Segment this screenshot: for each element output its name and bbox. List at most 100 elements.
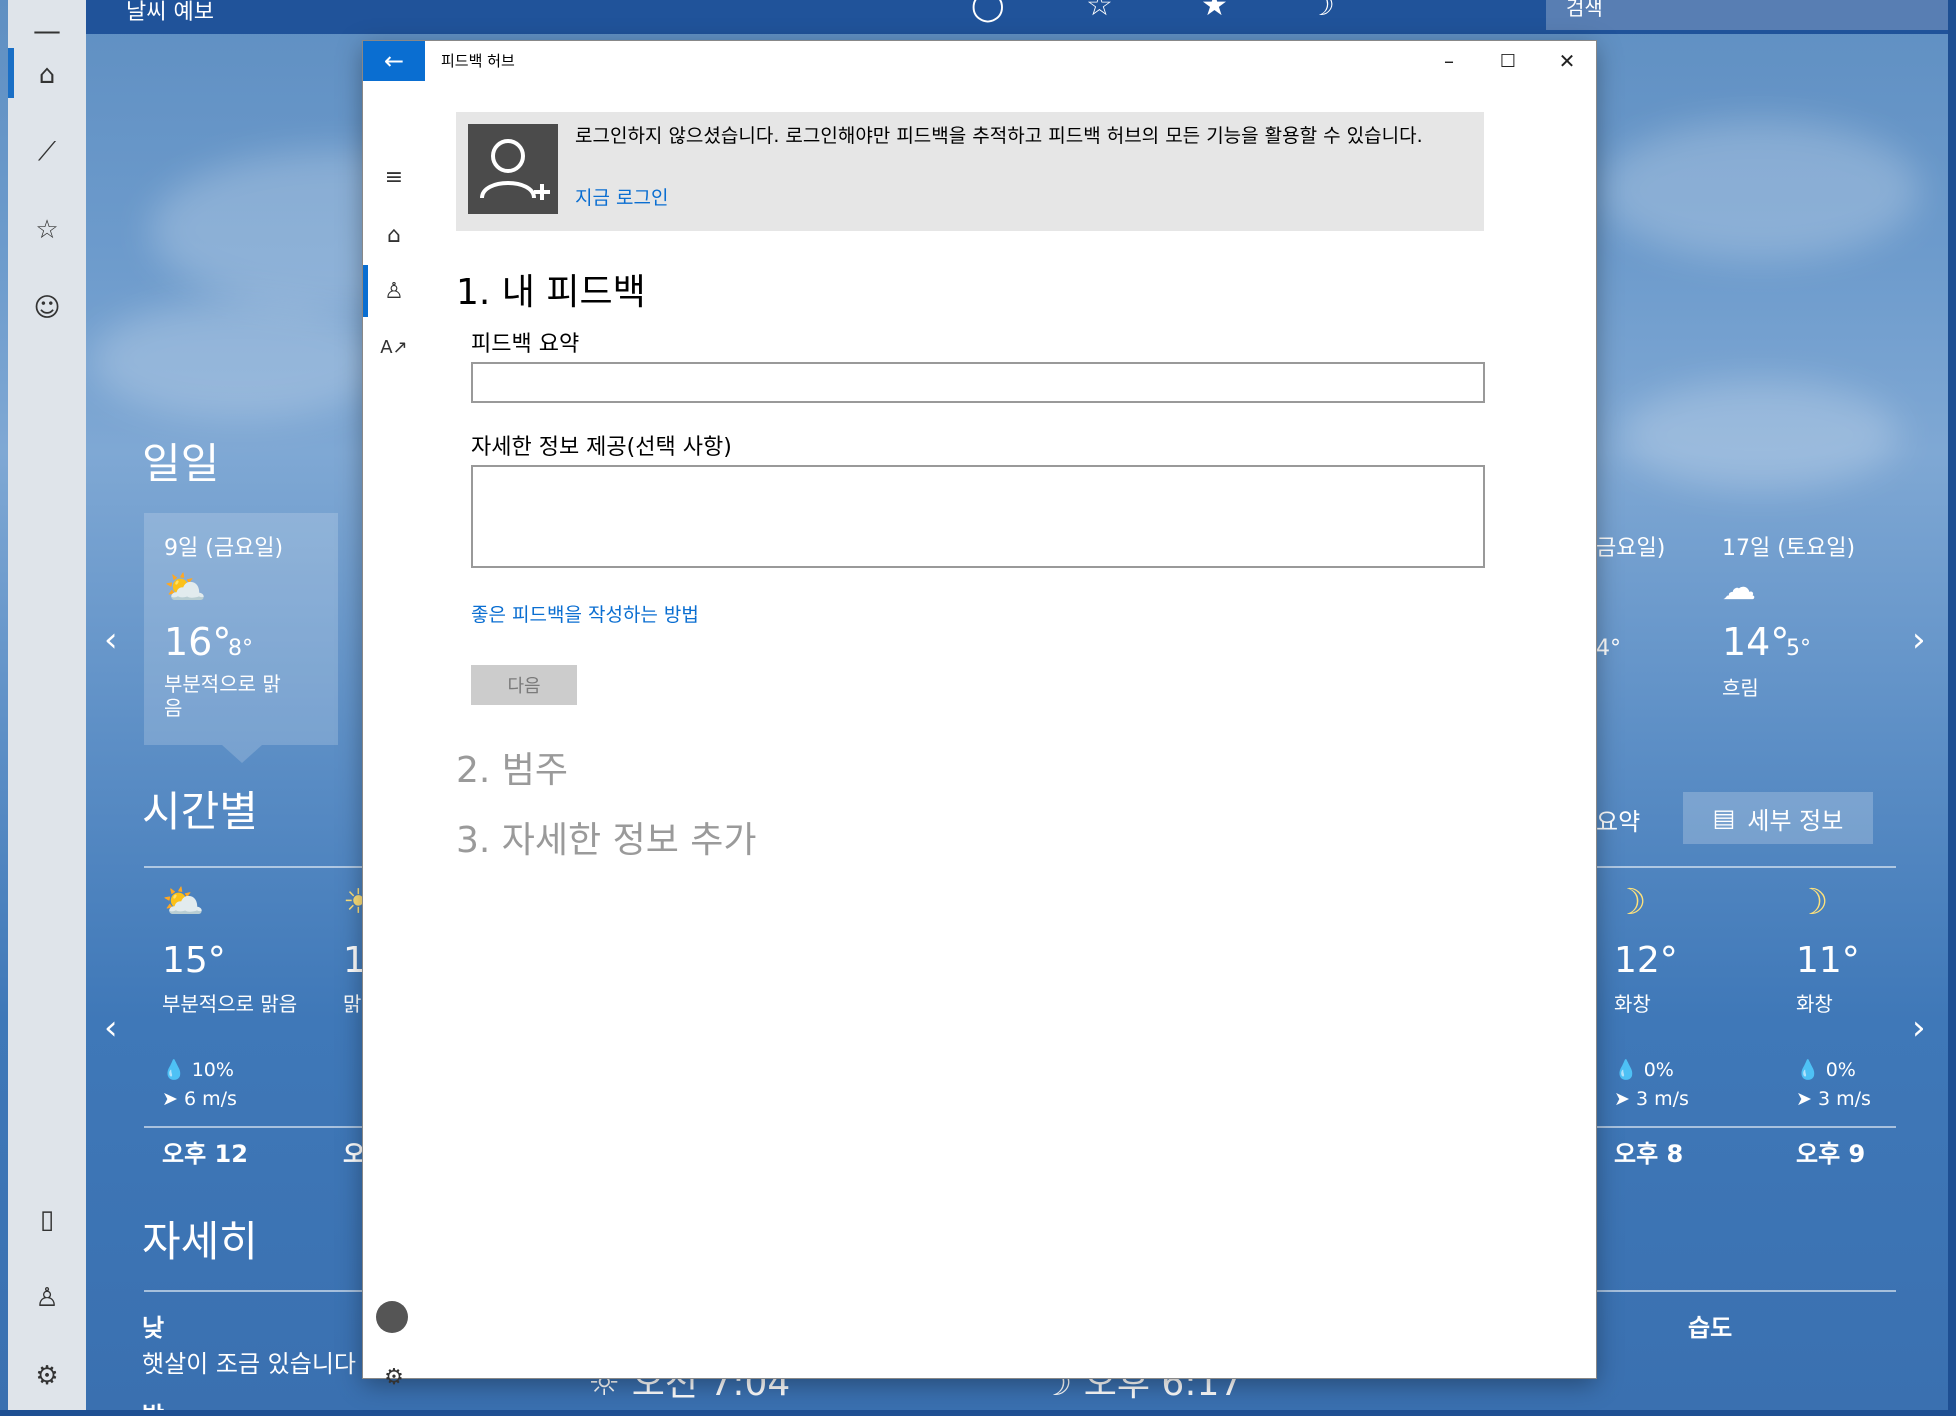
sign-in-link[interactable]: 지금 로그인 — [575, 183, 668, 210]
detail-heading: 자세히 — [142, 1217, 258, 1266]
wind-value: 6 m/s — [183, 1088, 237, 1110]
raindrop-icon: 💧 — [1796, 1059, 1820, 1081]
close-icon[interactable]: ✕ — [1538, 41, 1596, 81]
raindrop-icon: 💧 — [162, 1059, 186, 1081]
details-textarea[interactable] — [471, 465, 1485, 568]
app-title: 날씨 예보 — [126, 0, 214, 25]
add-account-icon[interactable]: ♙ — [8, 1268, 86, 1328]
day-label: 낮 — [142, 1314, 165, 1342]
weather-title-bar: 날씨 예보 ◯ ☆ ★ ☽ 검색 ⌕ — [86, 0, 1956, 34]
next-button[interactable]: 다음 — [471, 665, 577, 705]
hourly-desc: 화창 — [1614, 992, 1651, 1016]
smiley-icon[interactable]: ☺ — [8, 278, 86, 338]
summary-input[interactable] — [471, 362, 1485, 403]
moon-icon: ☽ — [1796, 882, 1829, 923]
chevron-left-icon[interactable]: ‹ — [104, 1008, 118, 1048]
navigation-rail: ≡ ⌂ ♙ A↗ ⚙ — [363, 81, 425, 1390]
step-my-feedback: 1. 내 피드백 — [456, 272, 646, 313]
chart-icon[interactable]: ⟋ — [8, 122, 86, 182]
feedback-icon[interactable]: ♙ — [363, 265, 425, 317]
settings-icon[interactable]: ⚙ — [363, 1351, 425, 1403]
favorites-list-icon[interactable]: ☆ — [8, 200, 86, 260]
detail-tab-button[interactable]: ▤ 세부 정보 — [1683, 792, 1873, 844]
hamburger-menu-icon[interactable]: ≡ — [363, 151, 425, 203]
partly-sunny-icon: ⛅ — [162, 882, 205, 922]
hourly-precip: 💧 0% — [1796, 1058, 1856, 1081]
wind-arrow-icon: ➤ — [162, 1088, 178, 1110]
hourly-temp: 12° — [1614, 940, 1678, 981]
home-icon[interactable]: ⌂ — [363, 209, 425, 261]
background-cloud — [1620, 380, 1900, 490]
daily-date: 9일 (금요일) — [164, 536, 284, 561]
wind-value: 3 m/s — [1817, 1088, 1871, 1110]
pin-icon[interactable]: ☆ — [1086, 0, 1113, 23]
feedback-tips-link[interactable]: 좋은 피드백을 작성하는 방법 — [471, 600, 699, 627]
hourly-time: 오후 9 — [1796, 1140, 1866, 1168]
step-add-details: 3. 자세한 정보 추가 — [456, 820, 757, 861]
chevron-left-icon[interactable]: ‹ — [104, 620, 118, 660]
hourly-wind: ➤ 3 m/s — [1614, 1088, 1689, 1110]
sign-in-banner: 로그인하지 않으셨습니다. 로그인해야만 피드백을 추적하고 피드백 허브의 모… — [456, 112, 1484, 231]
daily-date: 17일 (토요일) — [1722, 536, 1856, 561]
daily-low: 5° — [1786, 636, 1811, 661]
precip-value: 0% — [1643, 1059, 1674, 1081]
sign-in-message: 로그인하지 않으셨습니다. 로그인해야만 피드백을 추적하고 피드백 허브의 모… — [575, 125, 1423, 147]
cloudy-icon: ☁ — [1722, 568, 1756, 608]
settings-icon[interactable]: ⚙ — [8, 1346, 86, 1406]
chevron-right-icon[interactable]: › — [1912, 620, 1926, 660]
moon-icon: ☽ — [1614, 882, 1647, 923]
chevron-right-icon[interactable]: › — [1912, 1008, 1926, 1048]
precip-value: 0% — [1825, 1059, 1856, 1081]
hourly-wind: ➤ 3 m/s — [1796, 1088, 1871, 1110]
hourly-heading: 시간별 — [142, 787, 258, 836]
document-icon: ▤ — [1712, 804, 1736, 832]
background-cloud — [90, 300, 390, 420]
hourly-temp: 15° — [162, 940, 226, 981]
hourly-time: 오후 8 — [1614, 1140, 1684, 1168]
weather-sidebar: — ⌂ ⟋ ☆ ☺ ▯ ♙ ⚙ — [8, 0, 86, 1416]
window-border — [1948, 0, 1956, 1416]
back-arrow-icon[interactable]: ← — [363, 41, 425, 81]
title-bar[interactable]: ← 피드백 허브 – ☐ ✕ — [363, 41, 1596, 81]
daily-high: 14° — [1722, 620, 1790, 664]
add-person-icon — [468, 124, 558, 214]
phone-icon[interactable]: ▯ — [8, 1190, 86, 1250]
hourly-wind: ➤ 6 m/s — [162, 1088, 237, 1110]
detail-tab-label: 세부 정보 — [1747, 806, 1844, 835]
home-icon[interactable]: ⌂ — [8, 45, 86, 105]
partly-sunny-icon: ⛅ — [164, 568, 207, 608]
daily-high: 16° — [164, 620, 232, 664]
window-title: 피드백 허브 — [441, 52, 515, 70]
minimize-icon[interactable]: – — [1420, 41, 1478, 81]
raindrop-icon: 💧 — [1614, 1059, 1638, 1081]
maximize-icon[interactable]: ☐ — [1479, 41, 1537, 81]
wind-arrow-icon: ➤ — [1614, 1088, 1630, 1110]
summary-tab-partial[interactable]: 요약 — [1596, 802, 1640, 837]
daily-heading: 일일 — [142, 439, 220, 488]
wind-value: 3 m/s — [1635, 1088, 1689, 1110]
hourly-time: 오후 12 — [162, 1140, 248, 1168]
hourly-time: 오 — [343, 1140, 366, 1168]
daily-description: 흐림 — [1722, 676, 1759, 700]
moon-icon[interactable]: ☽ — [1308, 0, 1335, 23]
precip-value: 10% — [191, 1059, 234, 1081]
avatar[interactable] — [376, 1301, 408, 1333]
daily-low-partial: 4° — [1596, 636, 1621, 661]
background-cloud — [1600, 120, 1920, 260]
feedback-hub-window: ← 피드백 허브 – ☐ ✕ ≡ ⌂ ♙ A↗ ⚙ 로그인하지 않으셨습니다. … — [363, 41, 1596, 1390]
details-label: 자세한 정보 제공(선택 사항) — [471, 435, 732, 460]
hourly-desc: 화창 — [1796, 992, 1833, 1016]
summary-label: 피드백 요약 — [471, 332, 580, 357]
wind-arrow-icon: ➤ — [1796, 1088, 1812, 1110]
search-placeholder: 검색 — [1566, 0, 1603, 20]
step-category: 2. 범주 — [456, 750, 569, 791]
favorite-icon[interactable]: ★ — [1201, 0, 1228, 23]
day-description: 햇살이 조금 있습니다 — [142, 1350, 356, 1378]
refresh-icon[interactable]: ◯ — [971, 0, 1005, 23]
daily-low: 8° — [228, 636, 253, 661]
hourly-desc: 맑 — [343, 992, 362, 1016]
hourly-precip: 💧 10% — [162, 1058, 234, 1081]
search-box[interactable]: 검색 ⌕ — [1546, 0, 1956, 30]
hourly-desc: 부분적으로 맑음 — [162, 992, 298, 1016]
announcements-icon[interactable]: A↗ — [363, 321, 425, 373]
